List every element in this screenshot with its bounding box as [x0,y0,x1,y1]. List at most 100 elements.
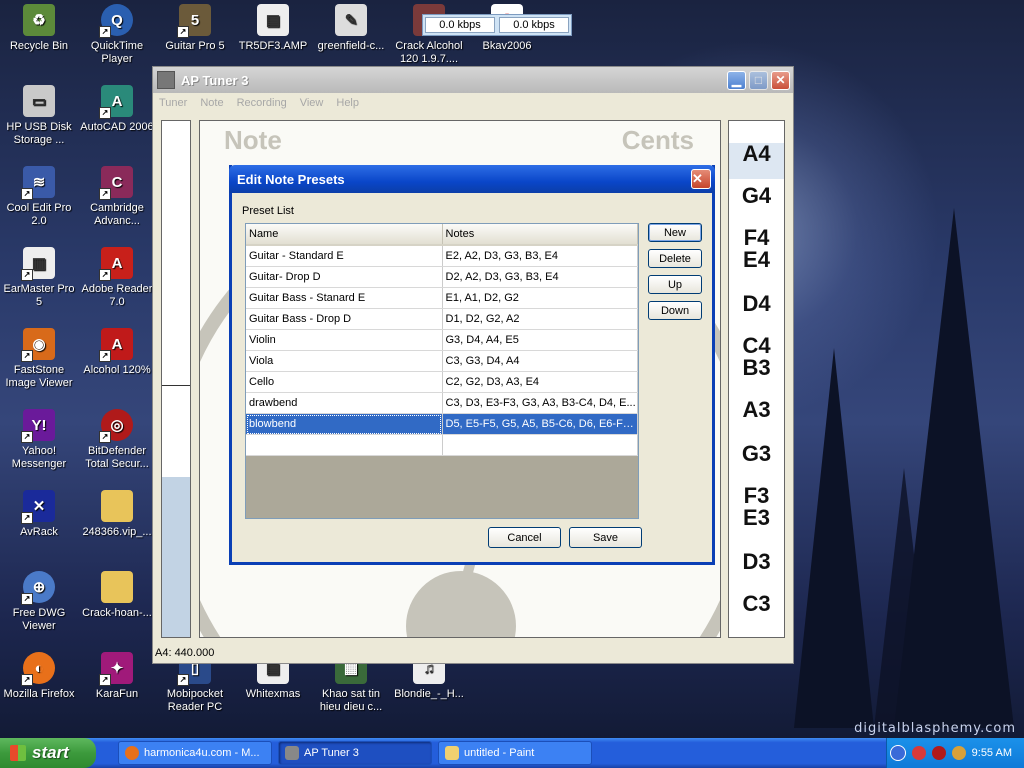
level-meter-mark [162,385,190,386]
task-button-aptuner[interactable]: AP Tuner 3 [278,741,432,765]
start-button[interactable]: start [0,738,96,768]
preset-name[interactable]: Violin [246,329,443,351]
preset-name[interactable]: drawbend [246,392,443,414]
preset-notes[interactable]: C3, G3, D4, A4 [442,350,638,372]
desktop-icon-adobe-reader[interactable]: A ↗ Adobe Reader 7.0 [78,247,156,309]
menu-view[interactable]: View [300,97,324,109]
autocad-icon: A ↗ [99,85,133,119]
system-tray: 9:55 AM [886,738,1024,768]
menu-tuner[interactable]: Tuner [159,97,187,109]
desktop-icon-hp-usb[interactable]: ▭ HP USB Disk Storage ... [0,85,78,147]
desktop-icon-quicktime[interactable]: Q ↗ QuickTime Player [78,4,156,66]
firefox-icon: ◐ ↗ [21,652,55,686]
preset-name[interactable]: Guitar- Drop D [246,266,443,288]
scale-note: C3 [742,591,771,616]
table-row[interactable]: Guitar Bass - Stanard E E1, A1, D2, G2 [246,287,638,309]
preset-notes[interactable]: E1, A1, D2, G2 [442,287,638,309]
preset-list-grid[interactable]: Name Notes Guitar - Standard E E2, A2, D3… [245,223,639,519]
desktop-icon-earmaster[interactable]: ▥ ↗ EarMaster Pro 5 [0,247,78,309]
ap-tuner-title: AP Tuner 3 [181,72,249,88]
note-scale[interactable]: A4 G4 F4 E4 D4 C4 B3 A3 G3 F3 E3 D3 C3 [728,120,785,638]
dialog-close-button[interactable]: ✕ [691,169,711,189]
preset-name[interactable]: blowbend [246,413,443,435]
table-row[interactable]: drawbend C3, D3, E3-F3, G3, A3, B3-C4, D4… [246,392,638,414]
preset-notes[interactable]: C2, G2, D3, A3, E4 [442,371,638,393]
menu-help[interactable]: Help [336,97,359,109]
desktop-icon-amp-file[interactable]: ▤ TR5DF3.AMP [234,4,312,53]
preset-name[interactable]: Guitar Bass - Drop D [246,308,443,330]
avrack-icon: ✕ ↗ [21,490,55,524]
close-icon: ✕ [775,73,786,87]
table-row[interactable]: Violin G3, D4, A4, E5 [246,329,638,351]
bitdefender-icon: ◎ ↗ [99,409,133,443]
column-header-name[interactable]: Name [246,224,443,246]
preset-name-empty[interactable] [246,434,443,456]
desktop-icon-alcohol[interactable]: A ↗ Alcohol 120% [78,328,156,377]
preset-name[interactable]: Cello [246,371,443,393]
down-button[interactable]: Down [648,301,702,320]
menu-recording[interactable]: Recording [237,97,287,109]
preset-notes-empty[interactable] [442,434,638,456]
minimize-button[interactable]: ▁ [727,70,746,90]
ap-tuner-titlebar[interactable]: AP Tuner 3 ▁ □ ✕ [153,67,793,93]
desktop-icon-karafun[interactable]: ✦ ↗ KaraFun [78,652,156,701]
table-row-empty[interactable] [246,434,638,456]
desktop-icon-faststone[interactable]: ◉ ↗ FastStone Image Viewer [0,328,78,390]
desktop-icon-avrack[interactable]: ✕ ↗ AvRack [0,490,78,539]
preset-notes[interactable]: D5, E5-F5, G5, A5, B5-C6, D6, E6-F6... [442,413,638,435]
desktop-icon-recycle-bin[interactable]: ♻ Recycle Bin [0,4,78,53]
tray-volume-icon[interactable] [951,746,966,760]
desktop-icon-firefox[interactable]: ◐ ↗ Mozilla Firefox [0,652,78,701]
tray-chevron-icon[interactable] [889,745,906,761]
desktop-icon-bitdefender[interactable]: ◎ ↗ BitDefender Total Secur... [78,409,156,471]
desktop-icon-folder-248366[interactable]: 248366.vip_... [78,490,156,539]
clock[interactable]: 9:55 AM [972,747,1012,759]
close-button[interactable]: ✕ [771,70,790,90]
table-row[interactable]: Guitar Bass - Drop D D1, D2, G2, A2 [246,308,638,330]
scale-note: B3 [742,355,771,380]
dialog-titlebar[interactable]: Edit Note Presets ✕ [229,165,715,193]
up-button[interactable]: Up [648,275,702,294]
task-button-paint[interactable]: untitled - Paint [438,741,592,765]
preset-name[interactable]: Guitar Bass - Stanard E [246,287,443,309]
delete-button[interactable]: Delete [648,249,702,268]
table-row[interactable]: Guitar - Standard E E2, A2, D3, G3, B3, E… [246,245,638,267]
tray-network-icon[interactable] [911,746,926,760]
table-row[interactable]: Guitar- Drop D D2, A2, D3, G3, B3, E4 [246,266,638,288]
preset-notes[interactable]: G3, D4, A4, E5 [442,329,638,351]
desktop-icon-autocad[interactable]: A ↗ AutoCAD 2006 [78,85,156,134]
preset-name[interactable]: Guitar - Standard E [246,245,443,267]
level-meter [161,120,191,638]
tray-antivirus-icon[interactable] [931,746,946,760]
task-button-firefox[interactable]: harmonica4u.com - M... [118,741,272,765]
desktop-icon-cool-edit[interactable]: ≋ ↗ Cool Edit Pro 2.0 [0,166,78,228]
desktop-icon-yahoo[interactable]: Y! ↗ Yahoo! Messenger [0,409,78,471]
table-row-selected[interactable]: blowbend D5, E5-F5, G5, A5, B5-C6, D6, E6… [246,413,638,435]
preset-notes[interactable]: C3, D3, E3-F3, G3, A3, B3-C4, D4, E... [442,392,638,414]
desktop-icon-folder-crack[interactable]: Crack-hoan-... [78,571,156,620]
scale-note: E4 [743,247,770,272]
table-row[interactable]: Cello C2, G2, D3, A3, E4 [246,371,638,393]
preset-notes[interactable]: E2, A2, D3, G3, B3, E4 [442,245,638,267]
desktop-icon-free-dwg[interactable]: ⊕ ↗ Free DWG Viewer [0,571,78,633]
recycle-bin-icon: ♻ [23,4,55,36]
new-button[interactable]: New [648,223,702,242]
preset-notes[interactable]: D2, A2, D3, G3, B3, E4 [442,266,638,288]
desktop-icon-guitar-pro[interactable]: 5 ↗ Guitar Pro 5 [156,4,234,53]
preset-list-label: Preset List [242,205,294,217]
desktop-icon-cambridge[interactable]: C ↗ Cambridge Advanc... [78,166,156,228]
menu-note[interactable]: Note [200,97,223,109]
table-row[interactable]: Viola C3, G3, D4, A4 [246,350,638,372]
edit-note-presets-dialog: Edit Note Presets ✕ Preset List Name Not… [229,165,715,565]
cool-edit-icon: ≋ ↗ [21,166,55,200]
preset-name[interactable]: Viola [246,350,443,372]
document-icon: ✎ [335,4,367,36]
desktop-icon-greenfield[interactable]: ✎ greenfield-c... [312,4,390,53]
column-header-notes[interactable]: Notes [442,224,638,246]
preset-notes[interactable]: D1, D2, G2, A2 [442,308,638,330]
cambridge-icon: C ↗ [99,166,133,200]
save-button[interactable]: Save [569,527,642,548]
maximize-button[interactable]: □ [749,70,768,90]
cancel-button[interactable]: Cancel [488,527,561,548]
scale-note: D3 [742,549,771,574]
